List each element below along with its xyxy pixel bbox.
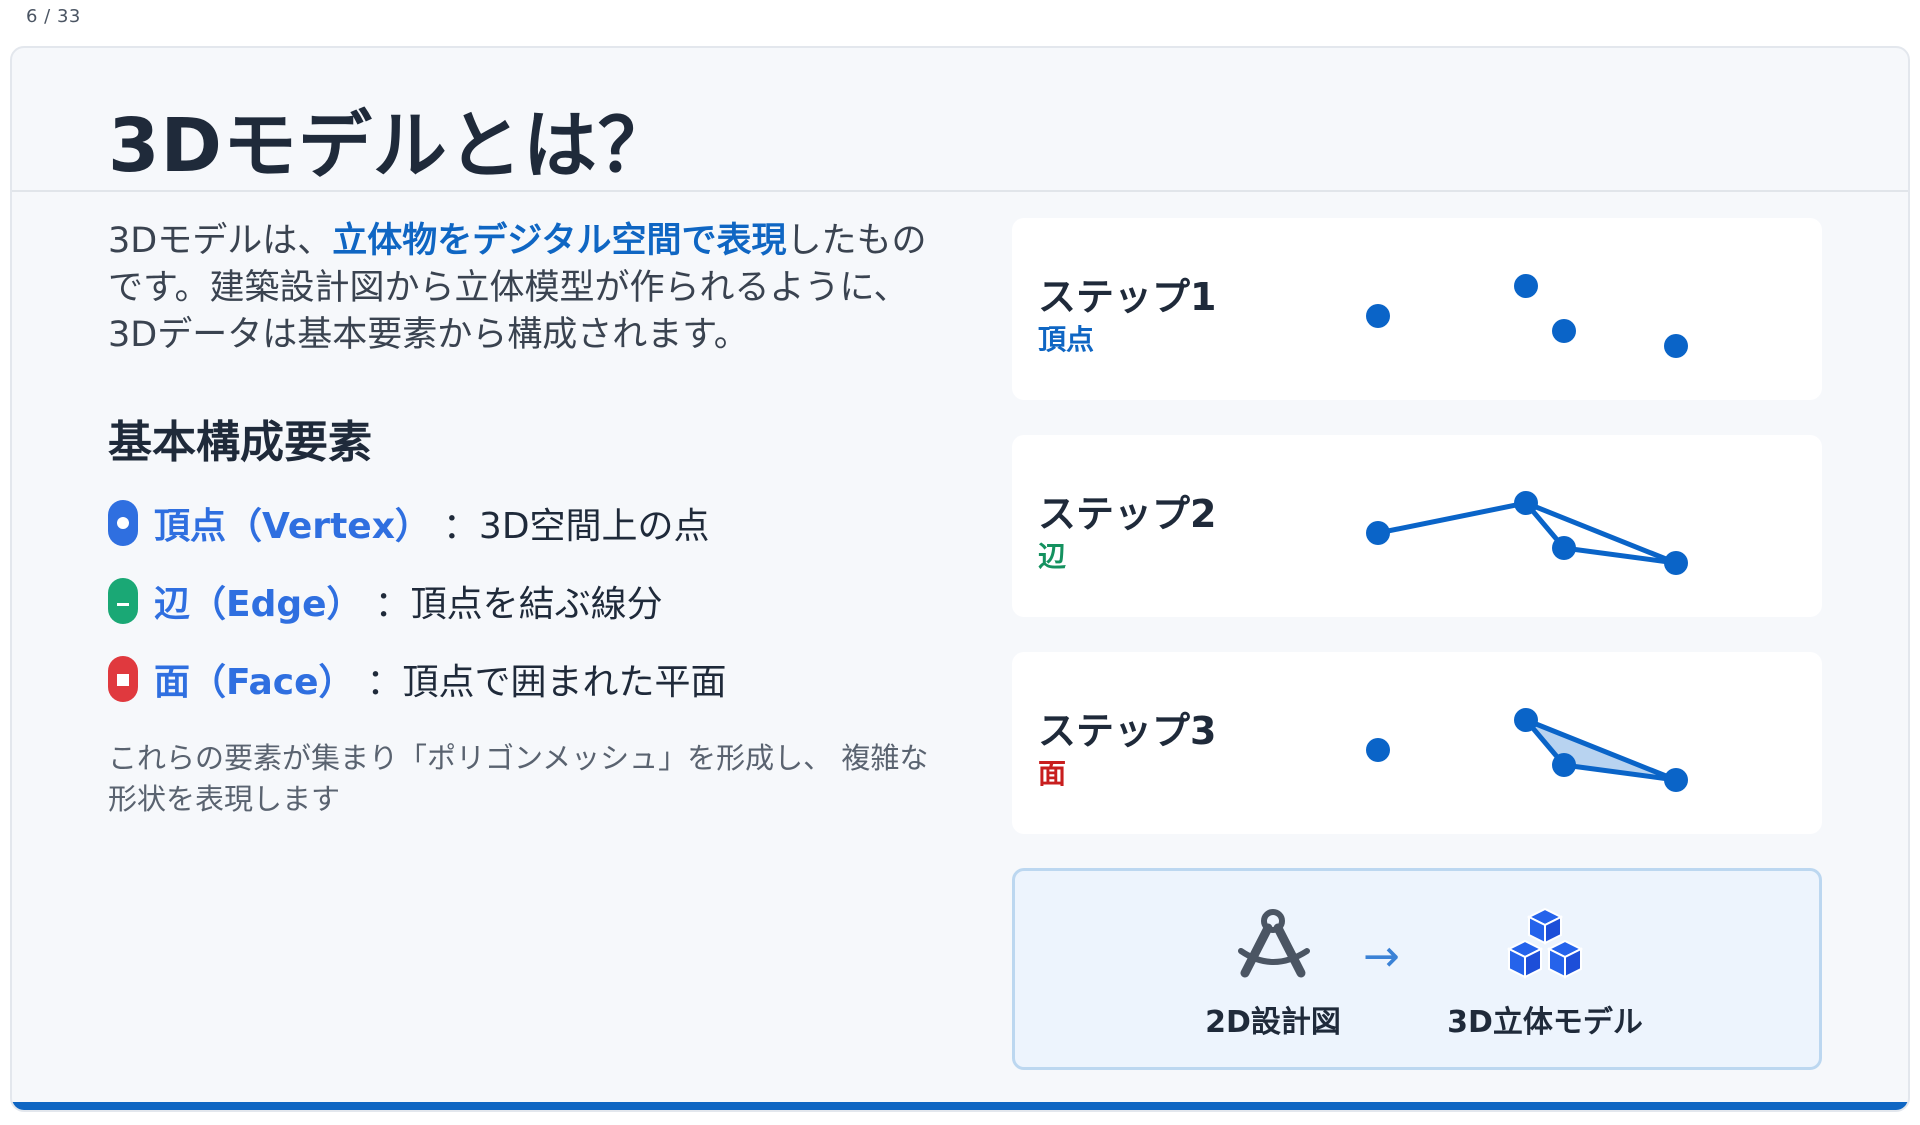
intro-highlight: 立体物をデジタル空間で表現 (332, 221, 787, 261)
bottom-accent-bar (12, 1102, 1908, 1110)
slide: 3Dモデルとは？ 3Dモデルは、立体物をデジタル空間で表現したものです。建築設計… (10, 46, 1910, 1112)
flow-from-label: 2D設計図 (1205, 1005, 1341, 1040)
intro-paragraph: 3Dモデルは、立体物をデジタル空間で表現したものです。建築設計図から立体模型が作… (108, 218, 928, 359)
vertex-point (1366, 738, 1390, 762)
face-polygon (1523, 717, 1679, 783)
vertex-point (1514, 274, 1538, 298)
element-desc: ：頂点を結ぶ線分 (374, 584, 663, 625)
flow-to: 3D立体モデル (1435, 907, 1655, 1041)
element-face: 面（Face） ：頂点で囲まれた平面 (108, 640, 727, 718)
vertex-point (1552, 753, 1576, 777)
element-term: 頂点（Vertex） (154, 506, 431, 547)
step-card-3: ステップ3 面 (1012, 652, 1822, 834)
vertex-point (1664, 768, 1688, 792)
square-icon (108, 656, 138, 702)
vertex-point (1552, 319, 1576, 343)
vertex-point (1366, 304, 1390, 328)
element-term: 面（Face） (154, 662, 355, 703)
slide-title: 3Dモデルとは？ (108, 103, 673, 189)
section-heading: 基本構成要素 (108, 417, 372, 468)
vertices-diagram (1366, 274, 1688, 358)
flow-box: 2D設計図 → 3D立体モデル (1012, 868, 1822, 1070)
vertex-point (1664, 334, 1688, 358)
face-diagram (1366, 708, 1688, 792)
circle-icon (108, 500, 138, 546)
flow-arrow: → (1363, 931, 1400, 982)
compass-drafting-icon (1238, 909, 1310, 978)
step-card-1: ステップ1 頂点 (1012, 218, 1822, 400)
element-list: 頂点（Vertex） ：3D空間上の点 辺（Edge） ：頂点を結ぶ線分 面（F… (108, 484, 727, 718)
element-desc: ：頂点で囲まれた平面 (366, 662, 727, 703)
element-desc: ：3D空間上の点 (442, 506, 710, 547)
vertex-point (1514, 708, 1538, 732)
step-card-2: ステップ2 辺 (1012, 435, 1822, 617)
page-counter: 6 / 33 (26, 6, 81, 27)
vertex-point (1366, 521, 1390, 545)
slide-header: 3Dモデルとは？ (12, 48, 1908, 192)
vertex-point (1514, 491, 1538, 515)
element-term: 辺（Edge） (154, 584, 363, 625)
element-edge: 辺（Edge） ：頂点を結ぶ線分 (108, 562, 727, 640)
intro-text-before: 3Dモデルは、 (108, 221, 333, 261)
edges-diagram (1366, 491, 1688, 575)
note-text: これらの要素が集まり「ポリゴンメッシュ」を形成し、 複雑な形状を表現します (108, 741, 929, 816)
cubes-icon (1506, 907, 1584, 979)
flow-from: 2D設計図 (1193, 907, 1353, 1041)
flow-to-label: 3D立体モデル (1447, 1005, 1643, 1040)
vertex-point (1664, 551, 1688, 575)
vertex-point (1552, 536, 1576, 560)
element-vertex: 頂点（Vertex） ：3D空間上の点 (108, 484, 727, 562)
line-icon (108, 578, 138, 624)
